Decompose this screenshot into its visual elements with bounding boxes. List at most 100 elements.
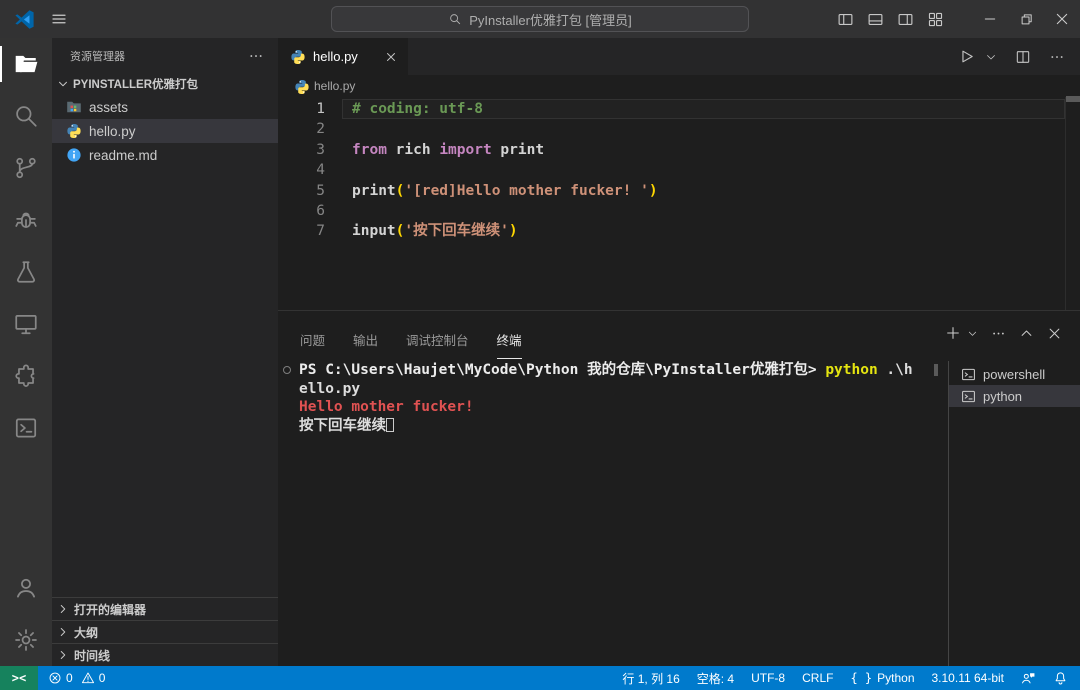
chevron-right-icon [56,648,70,662]
assets-folder-icon [66,99,82,115]
panel-tab-调试控制台[interactable]: 调试控制台 [406,330,469,359]
run-dropdown-chevron-icon[interactable] [982,48,1000,66]
terminal-line-3: Hello mother fucker! [278,398,948,417]
terminal-activity-icon [13,415,39,441]
sidebar-section-大纲[interactable]: 大纲 [52,620,278,643]
activity-search-icon[interactable] [0,90,52,142]
code-line-6: 6 [278,201,1080,221]
command-decoration-icon[interactable] [283,366,291,374]
close-panel-icon[interactable] [1047,326,1062,341]
remote-icon: >< [12,671,26,685]
menu-hamburger-icon[interactable] [50,10,68,28]
toggle-secondary-sidebar-icon[interactable] [890,0,920,38]
source-control-icon [13,155,39,181]
workspace-folder-name: PYINSTALLER优雅打包 [73,76,198,92]
debug-icon [13,207,39,233]
remote-explorer-icon [13,311,39,337]
search-small-icon [448,12,462,26]
terminal-tab-python[interactable]: python [949,385,1080,407]
terminal-cursor [386,418,394,432]
terminal-line-1: PS C:\Users\Haujet\MyCode\Python 我的仓库\Py… [278,361,948,380]
terminal-line-4: 按下回车继续 [278,417,948,436]
bottom-panel: 问题输出调试控制台终端 PS C:\Users\Haujet\MyCode\Py… [278,310,1080,666]
account-icon [13,575,39,601]
code-editor[interactable]: 1# coding: utf-823from rich import print… [278,97,1080,309]
activity-extensions-icon[interactable] [0,350,52,402]
panel-more-actions-icon[interactable] [991,326,1006,341]
title-bar: PyInstaller优雅打包 [管理员] [0,0,1080,38]
terminal-label: powershell [983,367,1045,382]
maximize-panel-icon[interactable] [1019,326,1034,341]
section-label: 大纲 [74,624,98,641]
editor-scrollbar-thumb[interactable] [1066,96,1080,102]
workspace-folder-header[interactable]: PYINSTALLER优雅打包 [52,73,278,95]
line-number: 6 [278,201,325,221]
search-icon [13,103,39,129]
window-minimize-button[interactable] [972,0,1008,38]
activity-testing-icon[interactable] [0,246,52,298]
activity-explorer-icon[interactable] [0,38,52,90]
encoding-status[interactable]: UTF-8 [751,671,785,685]
eol-status[interactable]: CRLF [802,671,833,685]
sidebar-title: 资源管理器 [70,48,125,64]
terminal-scrollbar-thumb[interactable] [934,364,938,376]
window-close-button[interactable] [1044,0,1080,38]
code-line-2: 2 [278,119,1080,139]
error-count: 0 [66,671,73,685]
file-row-assets[interactable]: assets [52,95,278,119]
window-restore-button[interactable] [1008,0,1044,38]
problems-status[interactable]: 0 0 [48,671,105,685]
python-interpreter-status[interactable]: 3.10.11 64-bit [932,671,1005,685]
file-row-hello-py[interactable]: hello.py [52,119,278,143]
remote-indicator[interactable]: >< [0,666,38,690]
vscode-logo-icon [13,8,36,31]
terminal-tab-powershell[interactable]: powershell [949,363,1080,385]
sidebar-section-打开的编辑器[interactable]: 打开的编辑器 [52,597,278,620]
panel-tab-输出[interactable]: 输出 [353,330,378,359]
toggle-panel-icon[interactable] [860,0,890,38]
panel-tab-问题[interactable]: 问题 [300,330,325,359]
run-python-file-icon[interactable] [955,45,978,68]
split-editor-icon[interactable] [1012,46,1034,68]
explorer-icon [13,51,39,77]
code-line-5: 5print('[red]Hello mother fucker! ') [278,181,1080,201]
new-terminal-icon[interactable] [945,325,961,341]
command-center-search[interactable]: PyInstaller优雅打包 [管理员] [331,6,749,32]
feedback-icon[interactable] [1021,671,1036,686]
editor-tab-bar: hello.py [278,38,1080,75]
braces-icon: { } [850,671,872,685]
explorer-more-actions-icon[interactable] [248,48,264,64]
terminal-output[interactable]: PS C:\Users\Haujet\MyCode\Python 我的仓库\Py… [278,361,948,666]
tab-label: hello.py [313,49,358,64]
code-line-1: 1# coding: utf-8 [278,99,1080,119]
activity-debug-icon[interactable] [0,194,52,246]
activity-account-icon[interactable] [0,562,52,614]
language-mode-status[interactable]: { } Python [850,671,914,685]
sidebar-section-时间线[interactable]: 时间线 [52,643,278,666]
panel-tab-终端[interactable]: 终端 [497,330,522,359]
terminal-line-2: ello.py [278,380,948,399]
breadcrumb[interactable]: hello.py [278,75,1080,97]
cursor-position-status[interactable]: 行 1, 列 16 [622,670,679,687]
editor-region: hello.py hello.py 1# coding: utf-823from… [278,38,1080,666]
activity-terminal-activity-icon[interactable] [0,402,52,454]
terminal-tabs-list: powershell python [948,361,1080,666]
notifications-bell-icon[interactable] [1053,671,1068,686]
python-icon [66,123,82,139]
line-number: 4 [278,160,325,180]
indentation-status[interactable]: 空格: 4 [697,670,734,687]
code-line-4: 4 [278,160,1080,180]
editor-more-actions-icon[interactable] [1046,46,1068,68]
tab-close-icon[interactable] [384,50,398,64]
file-row-readme-md[interactable]: readme.md [52,143,278,167]
file-name: assets [89,100,128,115]
activity-settings-gear-icon[interactable] [0,614,52,666]
activity-remote-explorer-icon[interactable] [0,298,52,350]
activity-source-control-icon[interactable] [0,142,52,194]
customize-layout-icon[interactable] [920,0,950,38]
breadcrumb-item: hello.py [314,79,355,93]
toggle-sidebar-icon[interactable] [830,0,860,38]
tab-hello-py[interactable]: hello.py [278,38,408,75]
terminal-profile-chevron-icon[interactable] [967,328,978,339]
settings-gear-icon [13,627,39,653]
